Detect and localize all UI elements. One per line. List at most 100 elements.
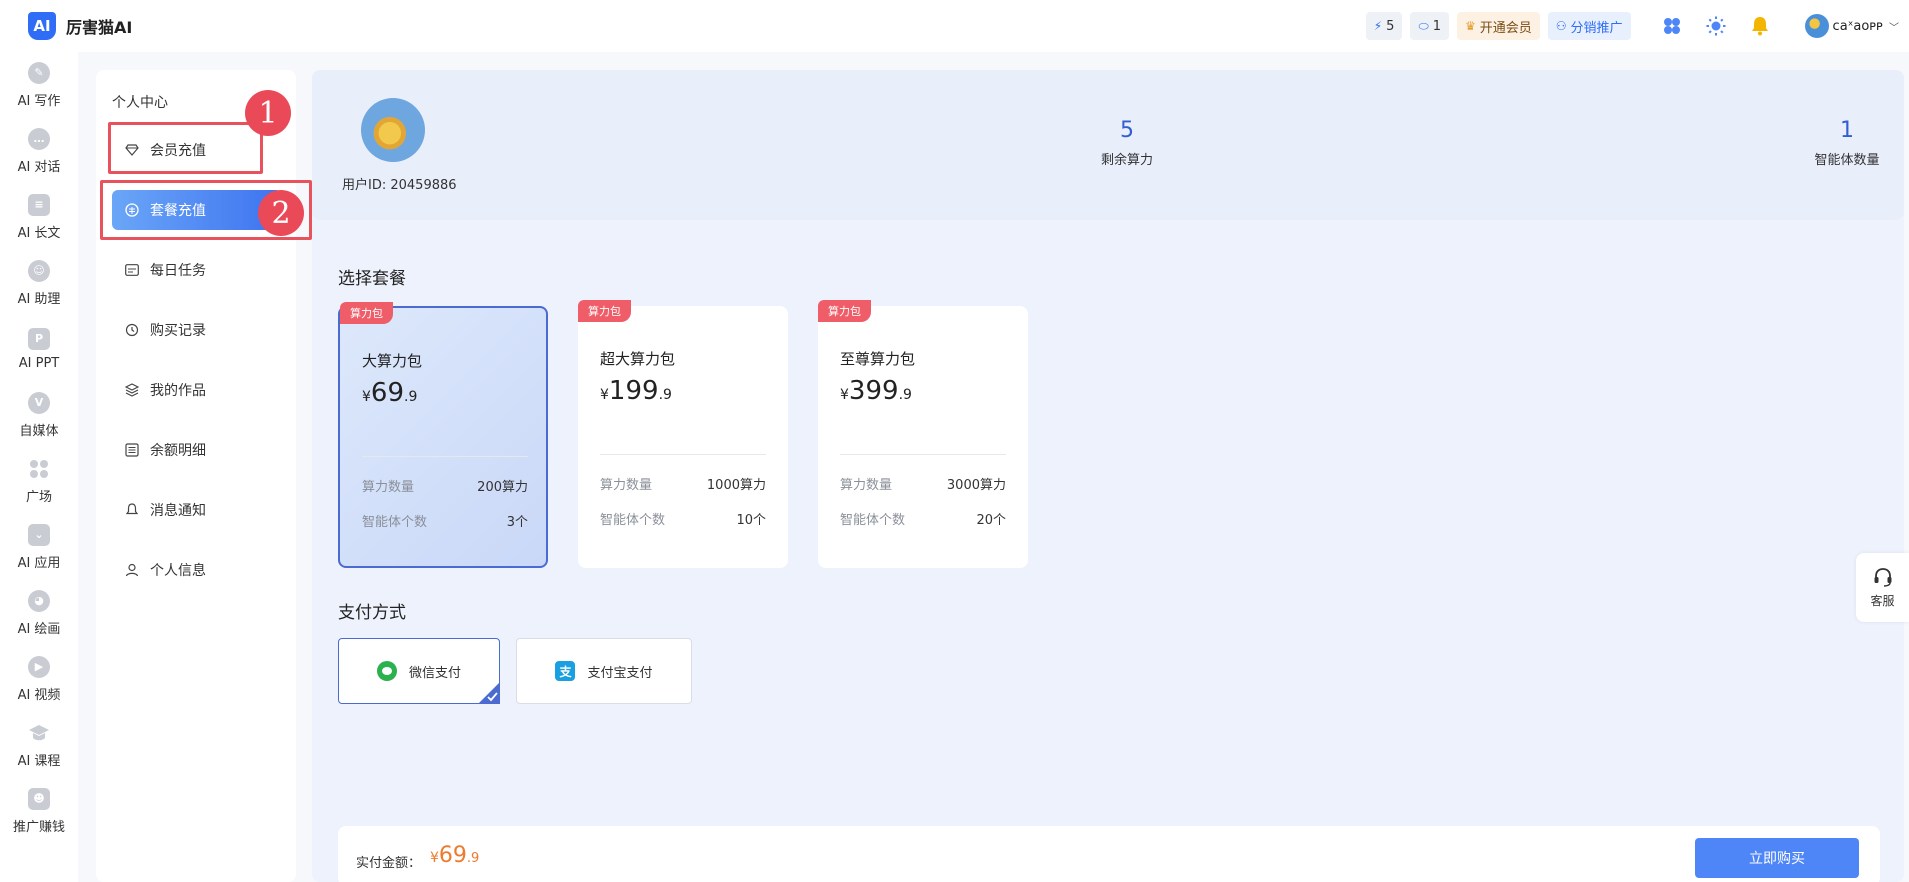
menu-item-my-works[interactable]: 我的作品	[112, 370, 282, 410]
divider	[362, 456, 528, 457]
rail-label: AI 写作	[17, 93, 61, 109]
share-label: 分销推广	[1570, 20, 1623, 36]
user-menu[interactable]: caˣaoᴘᴘ ﹀	[1804, 14, 1899, 38]
menu-label: 每日任务	[150, 263, 206, 279]
currency-symbol: ¥	[840, 387, 849, 403]
rail-label: AI 应用	[17, 555, 61, 571]
rail-label: AI 对话	[17, 159, 61, 175]
menu-label: 消息通知	[150, 503, 206, 519]
divider	[840, 454, 1006, 455]
pen-icon: ✎	[28, 61, 50, 84]
menu-item-balance-details[interactable]: 余额明细	[112, 430, 282, 470]
package-card[interactable]: 算力包 大算力包 ¥69.9 算力数量 200算力 智能体个数 3个	[338, 302, 548, 568]
buy-now-button[interactable]: 立即购买	[1695, 838, 1859, 878]
menu-item-daily-tasks[interactable]: 每日任务	[112, 250, 282, 290]
rail-item-ai-writing[interactable]: ✎ AI 写作	[0, 52, 78, 118]
username: caˣaoᴘᴘ	[1832, 18, 1883, 34]
sun-icon[interactable]	[1705, 15, 1727, 37]
document-icon: ≡	[28, 193, 50, 216]
menu-item-notifications[interactable]: 消息通知	[112, 490, 282, 530]
rail-item-ai-ppt[interactable]: P AI PPT	[0, 316, 78, 382]
row-label: 智能体个数	[362, 515, 428, 530]
rail-item-ai-apps[interactable]: ⌄ AI 应用	[0, 514, 78, 580]
task-icon	[124, 262, 140, 278]
package-card[interactable]: 算力包 至尊算力包 ¥399.9 算力数量 3000算力 智能体个数 20个	[818, 300, 1028, 568]
menu-item-purchase-history[interactable]: 购买记录	[112, 310, 282, 350]
agent-icon: ⬭	[1418, 18, 1429, 33]
packages-title: 选择套餐	[338, 269, 406, 289]
package-card[interactable]: 算力包 超大算力包 ¥199.9 算力数量 1000算力 智能体个数 10个	[578, 300, 788, 568]
vip-label: 开通会员	[1479, 20, 1532, 36]
row-label: 智能体个数	[600, 513, 666, 528]
row-value: 20个	[976, 513, 1006, 528]
bell-icon	[124, 502, 140, 518]
customer-service-button[interactable]: 客服	[1856, 553, 1909, 622]
rail-item-self-media[interactable]: V 自媒体	[0, 382, 78, 448]
vip-button[interactable]: ♛ 开通会员	[1456, 12, 1540, 40]
left-rail: ✎ AI 写作 … AI 对话 ≡ AI 长文 ☺ AI 助理 P AI PPT V 自媒体…	[0, 52, 78, 882]
rail-label: AI 助理	[17, 291, 61, 307]
rail-item-ai-chat[interactable]: … AI 对话	[0, 118, 78, 184]
package-name: 超大算力包	[600, 350, 676, 368]
total-integer: 69	[438, 843, 467, 868]
total-amount: ¥69.9	[430, 843, 479, 868]
package-tag: 算力包	[578, 300, 631, 322]
rail-label: AI 视频	[17, 687, 61, 703]
price-integer: 199	[608, 376, 659, 406]
menu-label: 个人信息	[150, 563, 206, 579]
rail-label: AI 课程	[17, 753, 61, 769]
rail-label: AI PPT	[18, 355, 60, 371]
chevron-down-icon: ﹀	[1889, 22, 1899, 34]
apps-icon[interactable]	[1661, 15, 1683, 37]
alipay-option[interactable]: 支 支付宝支付	[516, 638, 692, 704]
wechat-pay-option[interactable]: 微信支付	[338, 638, 500, 704]
rail-item-ai-assistant[interactable]: ☺ AI 助理	[0, 250, 78, 316]
lightning-icon: ⚡	[1373, 19, 1383, 33]
row-value: 200算力	[477, 480, 528, 495]
rail-item-promote[interactable]: ☻ 推广赚钱	[0, 778, 78, 844]
package-agent-row: 智能体个数 10个	[600, 509, 766, 528]
currency-symbol: ¥	[430, 850, 439, 866]
annotation-marker-1: 1	[245, 90, 291, 136]
agent-count-label: 智能体数量	[1814, 153, 1880, 168]
package-agent-row: 智能体个数 20个	[840, 509, 1006, 528]
currency-symbol: ¥	[600, 387, 609, 403]
avatar[interactable]	[361, 98, 425, 162]
app-logo[interactable]: AI 厉害猫AI	[28, 12, 132, 40]
user-icon	[124, 562, 140, 578]
rail-item-ai-course[interactable]: AI 课程	[0, 712, 78, 778]
rail-item-plaza[interactable]: 广场	[0, 448, 78, 514]
assistant-icon: ☺	[28, 259, 50, 282]
row-value: 1000算力	[706, 478, 766, 493]
rail-item-ai-video[interactable]: ▶ AI 视频	[0, 646, 78, 712]
promo-icon: ☻	[28, 787, 50, 810]
remaining-power-value: 5	[1120, 118, 1134, 143]
rail-label: 自媒体	[19, 423, 59, 439]
price-decimal: .9	[898, 387, 912, 403]
rail-item-ai-longform[interactable]: ≡ AI 长文	[0, 184, 78, 250]
agent-chip[interactable]: ⬭ 1	[1410, 12, 1449, 40]
agent-count: 1	[1432, 18, 1441, 34]
menu-item-profile[interactable]: 个人信息	[112, 550, 282, 590]
package-agent-row: 智能体个数 3个	[362, 511, 528, 530]
layers-icon	[124, 382, 140, 398]
bell-icon[interactable]	[1749, 15, 1771, 37]
app-icon: ⌄	[28, 523, 50, 546]
share-button[interactable]: ⚇ 分销推广	[1547, 12, 1631, 40]
video-icon: ▶	[28, 655, 50, 678]
remaining-power-stat: 5 剩余算力	[1042, 118, 1212, 168]
menu-label: 购买记录	[150, 323, 206, 339]
checkout-bar: 实付金额： ¥69.9 立即购买	[338, 826, 1880, 882]
grid-icon	[28, 458, 50, 480]
price-integer: 399	[848, 376, 899, 406]
chat-icon: …	[28, 127, 50, 150]
rail-item-ai-painting[interactable]: ◕ AI 绘画	[0, 580, 78, 646]
agent-count-value: 1	[1840, 118, 1854, 143]
divider	[600, 454, 766, 455]
power-chip[interactable]: ⚡ 5	[1365, 12, 1403, 40]
rail-label: 广场	[25, 489, 52, 505]
rail-label: AI 长文	[17, 225, 61, 241]
total-label: 实付金额：	[356, 856, 422, 871]
graduation-icon	[28, 722, 50, 744]
package-name: 大算力包	[362, 352, 423, 370]
